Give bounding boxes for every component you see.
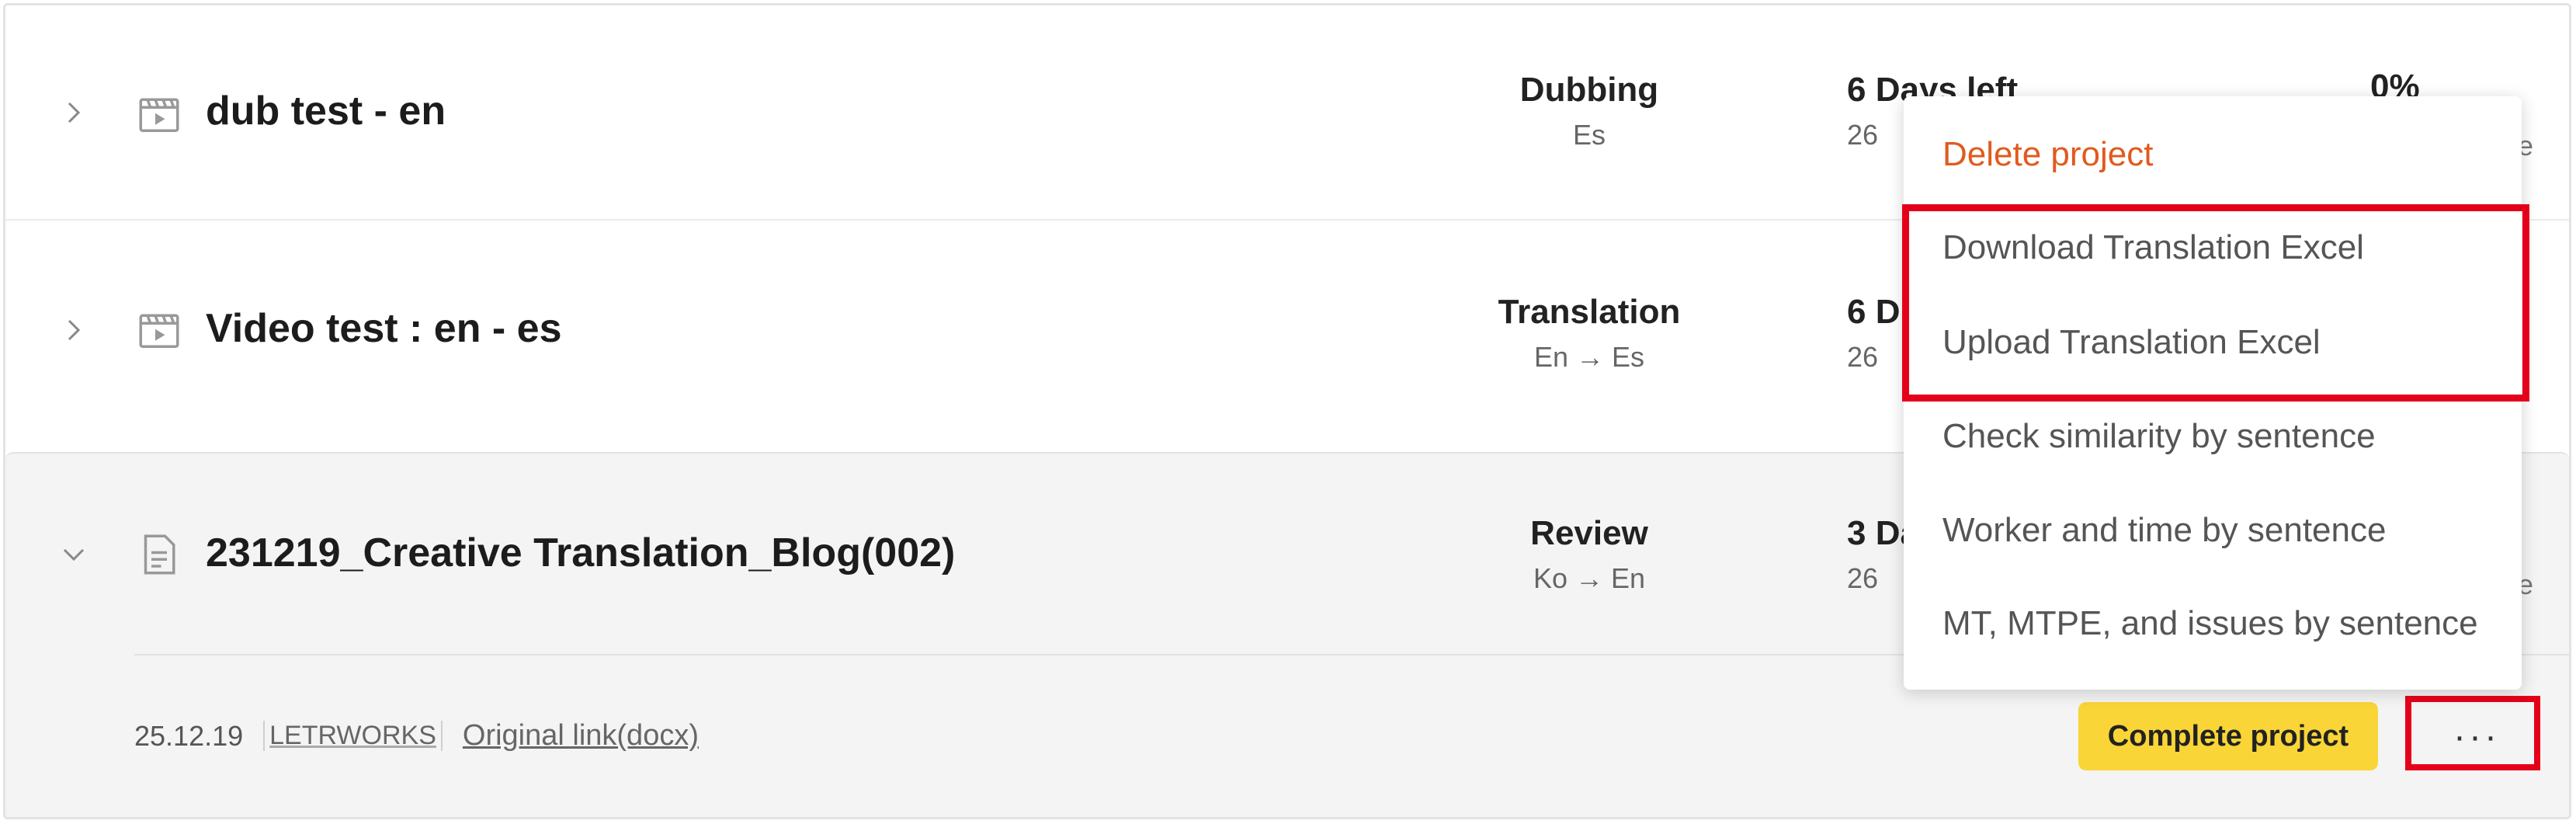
language-pair: En → Es [1533,341,1645,373]
project-options-menu: Delete project Download Translation Exce… [1904,96,2522,690]
video-icon [136,91,182,137]
task-type-label: Review [1530,514,1648,552]
video-icon [136,307,182,353]
original-link[interactable]: Original link(docx) [463,719,699,753]
task-type: Dubbing Es [1426,71,1752,151]
chevron-right-icon[interactable] [60,99,88,127]
complete-project-button[interactable]: Complete project [2078,702,2378,770]
document-icon [136,531,182,578]
project-meta: 25.12.19 LETRWORKS Original link(docx) [134,719,699,753]
due-info: 6 D 26 [1847,293,1900,374]
chevron-down-icon[interactable] [60,541,88,568]
project-name[interactable]: 231219_Creative Translation_Blog(002) [206,530,955,576]
menu-item-upload-translation-excel[interactable]: Upload Translation Excel [1942,323,2321,362]
menu-item-worker-and-time[interactable]: Worker and time by sentence [1942,511,2386,550]
days-left: 6 D [1847,293,1901,331]
menu-item-delete-project[interactable]: Delete project [1942,135,2153,174]
task-type-label: Dubbing [1519,71,1659,109]
due-date: 26 [1847,341,1879,373]
chevron-right-icon[interactable] [60,316,88,344]
project-name[interactable]: dub test - en [206,88,446,134]
language-pair: Ko → En [1533,562,1646,594]
task-type-label: Translation [1498,293,1681,331]
project-date: 25.12.19 [134,719,244,752]
project-name[interactable]: Video test : en - es [206,305,562,352]
menu-item-download-translation-excel[interactable]: Download Translation Excel [1942,228,2364,267]
task-type: Translation En → Es [1426,293,1752,374]
team-tag[interactable]: LETRWORKS [263,721,443,751]
task-type: Review Ko → En [1426,514,1752,595]
language-pair: Es [1572,119,1606,151]
more-options-button[interactable]: ··· [2408,702,2546,770]
menu-item-check-similarity[interactable]: Check similarity by sentence [1942,417,2376,456]
menu-item-mt-mtpe-issues[interactable]: MT, MTPE, and issues by sentence [1942,604,2478,643]
